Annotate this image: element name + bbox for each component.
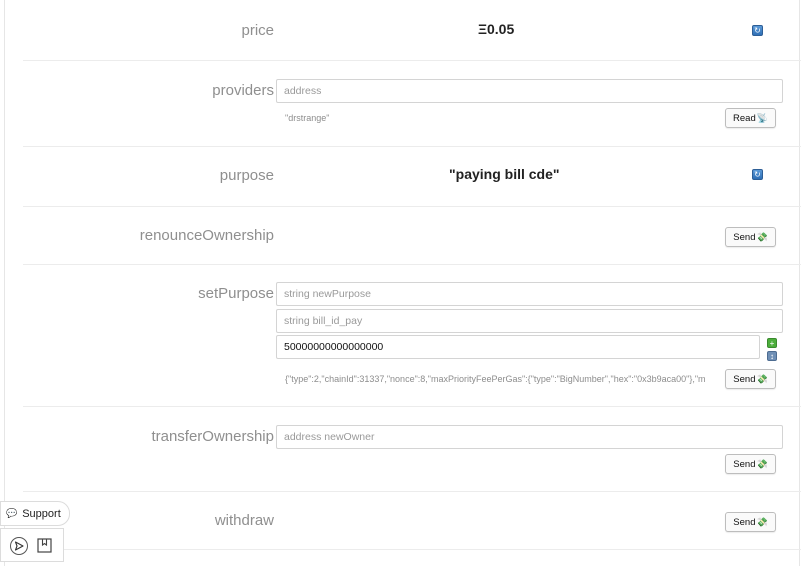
new-purpose-input[interactable] — [276, 282, 783, 306]
row-providers: providers "drstrange" Read📡 — [23, 61, 801, 147]
send-icon: 💸 — [756, 231, 768, 242]
chat-icon: 💬 — [6, 508, 18, 518]
refresh-icon[interactable]: ↻ — [752, 169, 763, 180]
send-button[interactable]: Send 💸 — [725, 369, 776, 389]
send-icon: 💸 — [756, 458, 768, 469]
function-label-transfer-ownership: transferOwnership — [151, 428, 274, 445]
row-renounce-ownership: renounceOwnership Send 💸 — [23, 207, 801, 265]
row-withdraw: withdraw Send 💸 — [23, 492, 801, 550]
row-price: price Ξ0.05 ↻ — [23, 0, 801, 61]
send-button-label: Send — [733, 516, 756, 528]
price-value: Ξ0.05 — [478, 21, 515, 37]
value-input[interactable] — [276, 335, 760, 359]
function-label-providers: providers — [212, 82, 274, 99]
send-button-label: Send — [733, 231, 756, 243]
send-icon: 💸 — [756, 516, 768, 527]
providers-result: "drstrange" — [285, 113, 330, 123]
row-purpose: purpose "paying bill cde" ↻ — [23, 147, 801, 207]
stepper-down-icon[interactable]: ↕ — [767, 351, 777, 361]
function-label-set-purpose: setPurpose — [198, 285, 274, 302]
providers-address-input[interactable] — [276, 79, 783, 103]
support-label: Support — [22, 507, 61, 520]
send-button[interactable]: Send 💸 — [725, 454, 776, 474]
set-purpose-result: {"type":2,"chainId":31337,"nonce":8,"max… — [285, 374, 706, 384]
stepper-up-icon[interactable]: + — [767, 338, 777, 348]
function-label-price: price — [241, 22, 274, 39]
bottom-dock — [0, 528, 64, 562]
send-button-label: Send — [733, 373, 756, 385]
read-icon: 📡 — [756, 112, 768, 123]
row-set-purpose: setPurpose + ↕ {"type":2,"chainId":31337… — [23, 265, 801, 407]
row-transfer-ownership: transferOwnership Send💸 — [23, 407, 801, 492]
send-button[interactable]: Send 💸 — [725, 512, 776, 532]
purpose-value: "paying bill cde" — [449, 166, 560, 182]
new-owner-input[interactable] — [276, 425, 783, 449]
function-label-withdraw: withdraw — [214, 512, 274, 529]
support-button[interactable]: 💬 Support — [0, 501, 70, 526]
function-label-purpose: purpose — [219, 167, 274, 184]
bill-id-input[interactable] — [276, 309, 783, 333]
read-button[interactable]: Read 📡 — [725, 108, 776, 128]
send-button-label: Send — [733, 458, 756, 470]
refresh-icon[interactable]: ↻ — [752, 25, 763, 36]
contract-panel: price Ξ0.05 ↻ providers "drstrange" Read… — [4, 0, 801, 566]
send-icon: 💸 — [756, 373, 768, 384]
send-button[interactable]: Send 💸 — [725, 227, 776, 247]
paper-plane-icon[interactable] — [9, 536, 29, 556]
read-button-label: Read — [733, 112, 756, 124]
bookmark-icon[interactable] — [35, 536, 55, 556]
function-label-renounce-ownership: renounceOwnership — [139, 227, 274, 244]
